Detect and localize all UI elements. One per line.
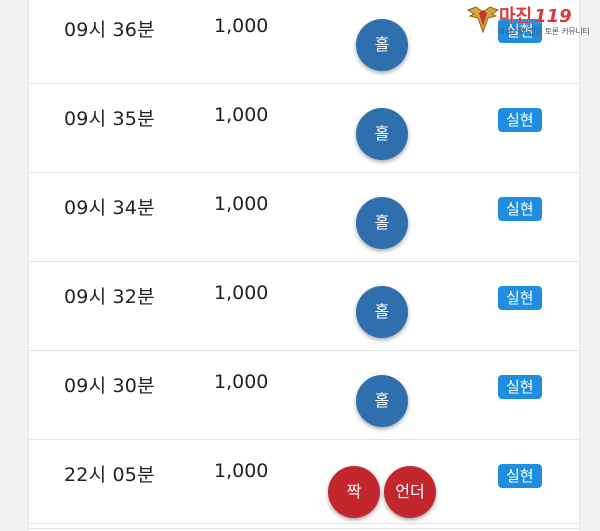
bet-time: 09시 32분 xyxy=(64,286,155,308)
bet-amount: 1,000 xyxy=(214,282,269,304)
pick-chip-odd: 홀 xyxy=(356,19,408,71)
pick-chip-under: 언더 xyxy=(384,466,436,518)
bet-picks: 홀 xyxy=(328,14,438,71)
bet-time: 09시 30분 xyxy=(64,375,155,397)
bet-amount: 1,000 xyxy=(214,460,269,482)
bet-row[interactable]: 09시 35분 1,000 홀 실현 xyxy=(29,84,579,173)
site-watermark: 마진 119 마진거래 전문 토론 커뮤니티 xyxy=(462,2,596,40)
bet-rows: 09시 36분 1,000 홀 실현 09시 35분 1,000 홀 실현 09… xyxy=(29,0,579,529)
bet-picks: 홀 xyxy=(328,281,438,338)
pick-chip-odd: 홀 xyxy=(356,286,408,338)
status-badge: 실현 xyxy=(498,197,542,221)
pick-chip-odd: 홀 xyxy=(356,197,408,249)
bet-picks: 홀 xyxy=(328,370,438,427)
bet-row[interactable]: 22시 05분 1,000 짝 언더 실현 xyxy=(29,440,579,529)
bet-time: 09시 36분 xyxy=(64,19,155,41)
pick-chip-even: 짝 xyxy=(328,466,380,518)
pick-chip-odd: 홀 xyxy=(356,375,408,427)
bet-amount: 1,000 xyxy=(214,15,269,37)
status-badge: 실현 xyxy=(498,286,542,310)
bet-time: 09시 34분 xyxy=(64,197,155,219)
bet-amount: 1,000 xyxy=(214,371,269,393)
bet-history-list: 09시 36분 1,000 홀 실현 09시 35분 1,000 홀 실현 09… xyxy=(28,0,580,531)
status-badge: 실현 xyxy=(498,108,542,132)
watermark-subtitle: 마진거래 전문 토론 커뮤니티 xyxy=(498,27,590,36)
bet-time: 09시 35분 xyxy=(64,108,155,130)
bet-time: 22시 05분 xyxy=(64,464,155,486)
status-badge: 실현 xyxy=(498,375,542,399)
bet-picks: 홀 xyxy=(328,103,438,160)
row-divider xyxy=(29,523,579,524)
bet-row[interactable]: 09시 34분 1,000 홀 실현 xyxy=(29,173,579,262)
bet-amount: 1,000 xyxy=(214,193,269,215)
watermark-title: 마진 119 xyxy=(499,6,572,27)
bet-row[interactable]: 09시 32분 1,000 홀 실현 xyxy=(29,262,579,351)
eagle-shield-icon xyxy=(466,6,500,34)
bet-picks: 짝 언더 xyxy=(328,459,438,518)
bet-history-page: 09시 36분 1,000 홀 실현 09시 35분 1,000 홀 실현 09… xyxy=(0,0,600,531)
bet-amount: 1,000 xyxy=(214,104,269,126)
status-badge: 실현 xyxy=(498,464,542,488)
bet-row[interactable]: 09시 30분 1,000 홀 실현 xyxy=(29,351,579,440)
pick-chip-odd: 홀 xyxy=(356,108,408,160)
bet-picks: 홀 xyxy=(328,192,438,249)
